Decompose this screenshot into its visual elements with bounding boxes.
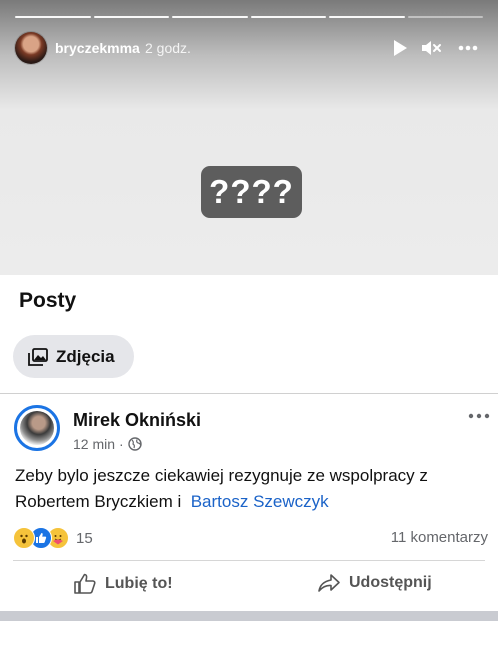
globe-icon (128, 437, 142, 451)
facebook-post-screenshot: Posty Zdjęcia Mirek Okniński 12 min · Ze… (0, 275, 498, 611)
post-body: Zeby bylo jeszcze ciekawiej rezygnuje ze… (15, 463, 485, 515)
share-button-label: Udostępnij (349, 574, 432, 591)
photos-chip-label: Zdjęcia (56, 346, 115, 366)
share-arrow-icon (318, 574, 340, 592)
reactions-summary[interactable]: 15 (13, 527, 93, 549)
play-icon (394, 40, 407, 56)
meta-separator: · (119, 436, 124, 452)
like-button[interactable]: Lubię to! (73, 573, 173, 595)
thumbs-up-icon (74, 573, 96, 594)
post-options-button[interactable] (466, 407, 492, 425)
photos-icon (28, 347, 48, 366)
divider (13, 560, 485, 561)
like-button-label: Lubię to! (105, 575, 173, 592)
post-author-name[interactable]: Mirek Okniński (73, 410, 201, 431)
question-sticker: ???? (201, 166, 302, 218)
wow-reaction-icon (13, 527, 35, 549)
progress-segment-current (407, 16, 483, 18)
photos-chip[interactable]: Zdjęcia (13, 335, 134, 378)
progress-segment (329, 16, 405, 18)
comments-count-link[interactable]: 11 komentarzy (391, 529, 488, 546)
section-separator (0, 611, 498, 621)
more-dots-icon (458, 45, 478, 51)
progress-segment (93, 16, 169, 18)
post-meta: 12 min · (73, 436, 142, 452)
section-title: Posty (19, 289, 77, 312)
progress-segment (250, 16, 326, 18)
reactions-count: 15 (76, 529, 93, 547)
share-button[interactable]: Udostępnij (317, 573, 432, 593)
story-avatar[interactable] (15, 32, 47, 64)
mute-button[interactable] (420, 36, 444, 60)
speaker-muted-icon (422, 41, 441, 55)
progress-segment (15, 16, 91, 18)
play-button[interactable] (388, 36, 412, 60)
author-avatar[interactable] (14, 405, 60, 451)
tagged-user-link[interactable]: Bartosz Szewczyk (191, 492, 329, 511)
divider (0, 393, 498, 394)
progress-segment (172, 16, 248, 18)
story-header-area: bryczekmma 2 godz. ???? (0, 0, 498, 275)
post-time[interactable]: 12 min (73, 436, 115, 452)
next-post-area (0, 621, 498, 656)
story-progress-bar (15, 16, 483, 18)
more-dots-icon (468, 413, 490, 419)
story-username[interactable]: bryczekmma (55, 40, 140, 56)
story-timestamp: 2 godz. (145, 40, 191, 56)
story-more-button[interactable] (456, 36, 480, 60)
